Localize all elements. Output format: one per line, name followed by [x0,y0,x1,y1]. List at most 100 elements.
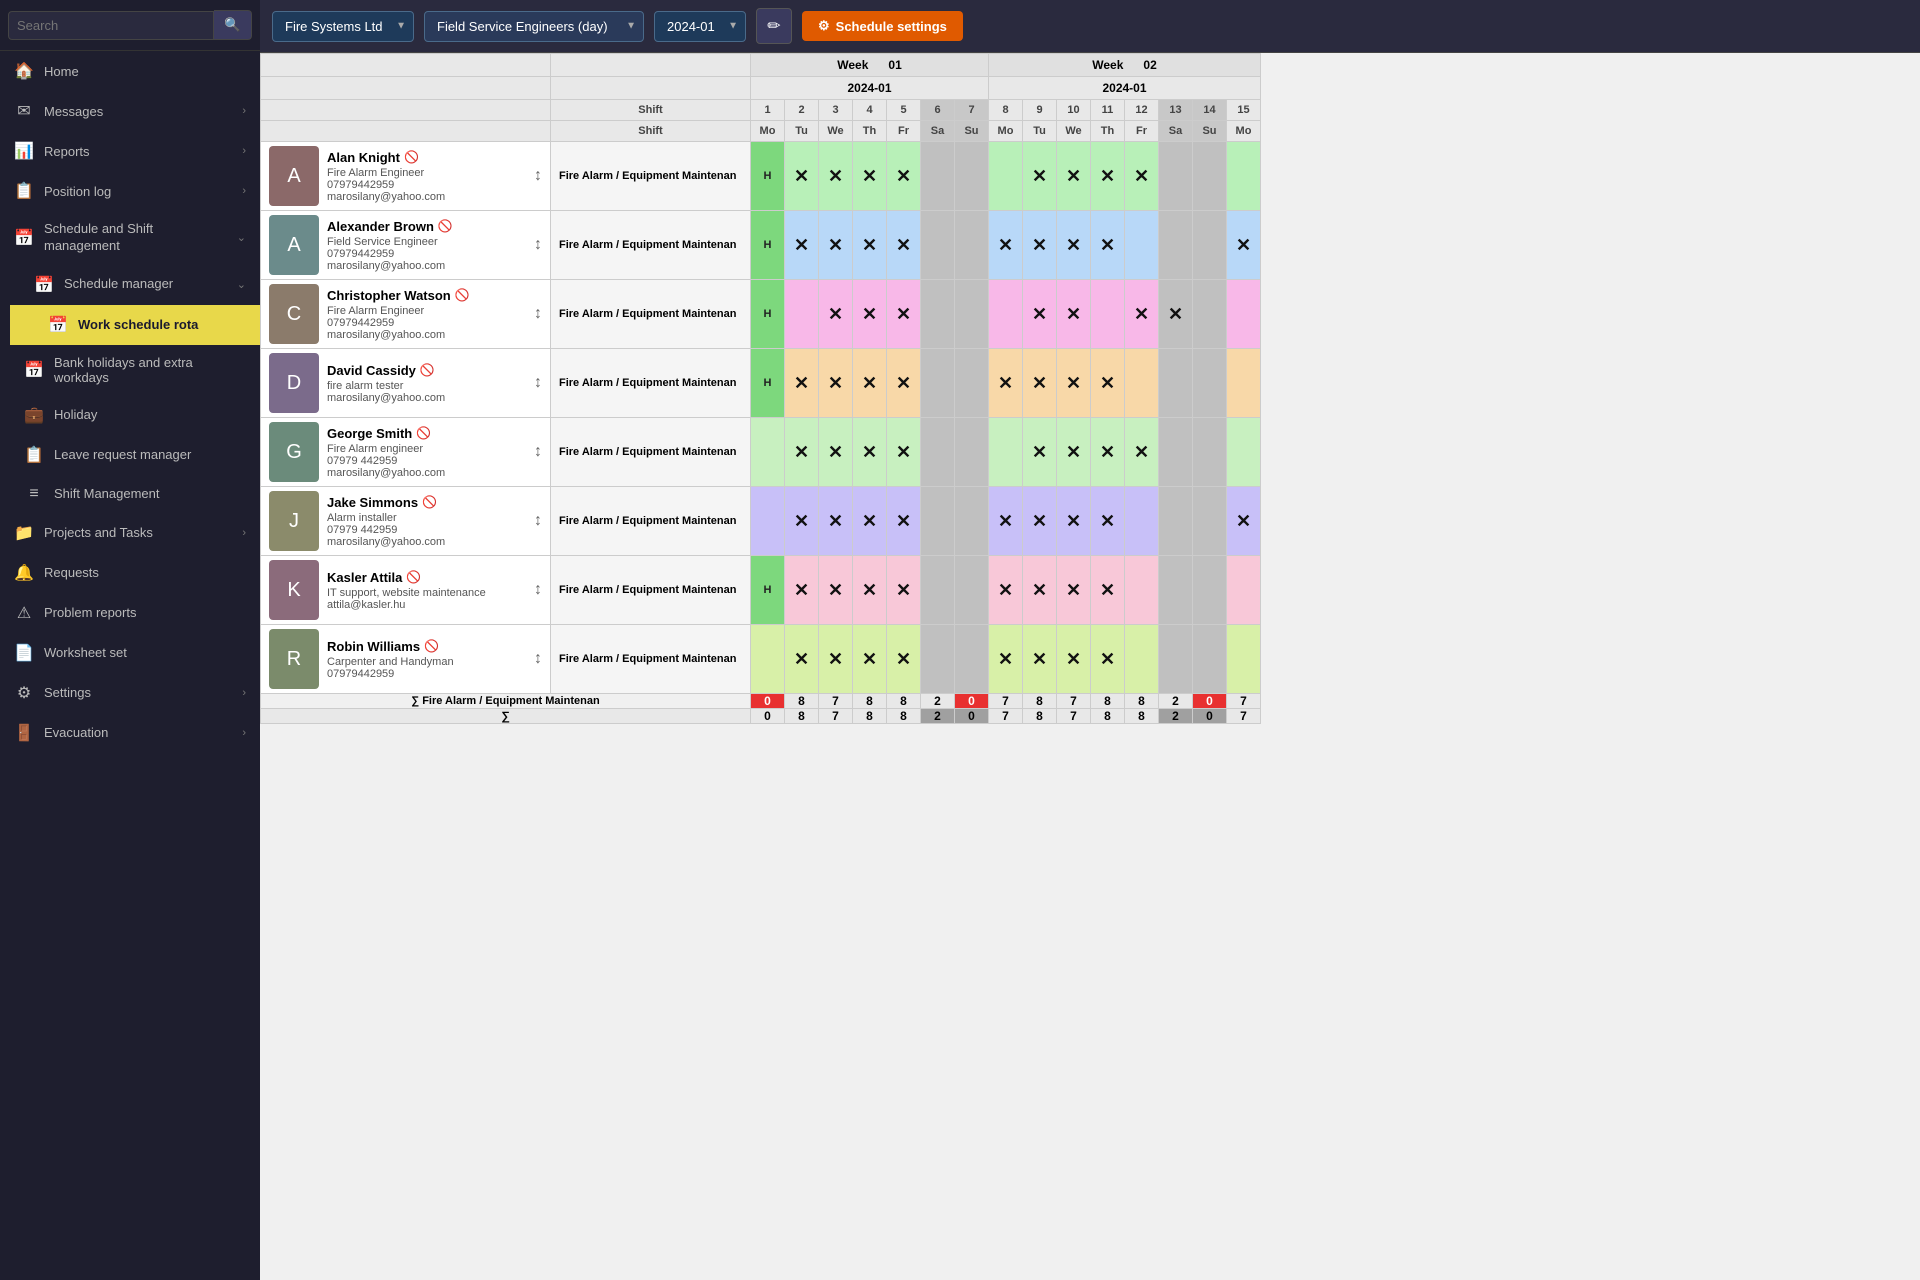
day-cell-w1-1-george-smith[interactable]: ✕ [785,418,819,487]
day-cell-w1-6-robin-williams[interactable] [955,625,989,694]
day-cell-w2-3-jake-simmons[interactable]: ✕ [1091,487,1125,556]
sort-arrows-icon[interactable]: ↕ [534,236,542,254]
day-cell-w1-1-robin-williams[interactable]: ✕ [785,625,819,694]
day-cell-w2-7-jake-simmons[interactable]: ✕ [1227,487,1261,556]
day-cell-w1-3-christopher-watson[interactable]: ✕ [853,280,887,349]
sidebar-item-work-schedule-rota[interactable]: 📅 Work schedule rota [10,305,260,345]
day-cell-w2-4-george-smith[interactable]: ✕ [1125,418,1159,487]
day-cell-w1-2-jake-simmons[interactable]: ✕ [819,487,853,556]
day-cell-w1-1-jake-simmons[interactable]: ✕ [785,487,819,556]
day-cell-w2-3-george-smith[interactable]: ✕ [1091,418,1125,487]
day-cell-w1-1-david-cassidy[interactable]: ✕ [785,349,819,418]
day-cell-w2-1-george-smith[interactable]: ✕ [1023,418,1057,487]
day-cell-w2-0-alan-knight[interactable] [989,142,1023,211]
day-cell-w2-2-christopher-watson[interactable]: ✕ [1057,280,1091,349]
day-cell-w2-7-george-smith[interactable] [1227,418,1261,487]
day-cell-w2-5-jake-simmons[interactable] [1159,487,1193,556]
day-cell-w1-1-alan-knight[interactable]: ✕ [785,142,819,211]
day-cell-w2-2-robin-williams[interactable]: ✕ [1057,625,1091,694]
sort-arrows-icon[interactable]: ↕ [534,305,542,323]
day-cell-w2-2-alan-knight[interactable]: ✕ [1057,142,1091,211]
sort-arrows-icon[interactable]: ↕ [534,581,542,599]
sort-arrows-icon[interactable]: ↕ [534,443,542,461]
day-cell-w2-4-robin-williams[interactable] [1125,625,1159,694]
day-cell-w2-0-david-cassidy[interactable]: ✕ [989,349,1023,418]
day-cell-w2-7-alan-knight[interactable] [1227,142,1261,211]
day-cell-w1-3-alan-knight[interactable]: ✕ [853,142,887,211]
day-cell-w2-7-david-cassidy[interactable] [1227,349,1261,418]
day-cell-w1-6-alexander-brown[interactable] [955,211,989,280]
day-cell-w1-3-george-smith[interactable]: ✕ [853,418,887,487]
day-cell-w2-1-jake-simmons[interactable]: ✕ [1023,487,1057,556]
day-cell-w2-0-jake-simmons[interactable]: ✕ [989,487,1023,556]
day-cell-w2-5-alan-knight[interactable] [1159,142,1193,211]
day-cell-w1-2-alan-knight[interactable]: ✕ [819,142,853,211]
day-cell-w2-4-kasler-attila[interactable] [1125,556,1159,625]
day-cell-w2-3-christopher-watson[interactable] [1091,280,1125,349]
company-select[interactable]: Fire Systems Ltd [272,11,414,42]
day-cell-w2-2-george-smith[interactable]: ✕ [1057,418,1091,487]
sidebar-item-leave-request[interactable]: 📋 Leave request manager [0,435,260,475]
sidebar-item-home[interactable]: 🏠 Home [0,51,260,91]
day-cell-w1-0-christopher-watson[interactable]: H [751,280,785,349]
day-cell-w2-0-kasler-attila[interactable]: ✕ [989,556,1023,625]
sidebar-item-settings[interactable]: ⚙ Settings › [0,673,260,713]
day-cell-w2-7-alexander-brown[interactable]: ✕ [1227,211,1261,280]
day-cell-w2-5-george-smith[interactable] [1159,418,1193,487]
day-cell-w1-1-kasler-attila[interactable]: ✕ [785,556,819,625]
day-cell-w2-1-alan-knight[interactable]: ✕ [1023,142,1057,211]
edit-button[interactable]: ✏ [756,8,792,44]
day-cell-w1-0-robin-williams[interactable] [751,625,785,694]
day-cell-w2-4-christopher-watson[interactable]: ✕ [1125,280,1159,349]
day-cell-w2-3-robin-williams[interactable]: ✕ [1091,625,1125,694]
day-cell-w1-5-david-cassidy[interactable] [921,349,955,418]
search-button[interactable]: 🔍 [214,10,252,40]
day-cell-w2-3-kasler-attila[interactable]: ✕ [1091,556,1125,625]
day-cell-w2-1-alexander-brown[interactable]: ✕ [1023,211,1057,280]
day-cell-w1-5-george-smith[interactable] [921,418,955,487]
day-cell-w2-3-alan-knight[interactable]: ✕ [1091,142,1125,211]
schedule-settings-button[interactable]: ⚙ Schedule settings [802,11,963,41]
day-cell-w1-6-alan-knight[interactable] [955,142,989,211]
day-cell-w2-6-david-cassidy[interactable] [1193,349,1227,418]
day-cell-w2-6-alan-knight[interactable] [1193,142,1227,211]
day-cell-w2-0-christopher-watson[interactable] [989,280,1023,349]
day-cell-w2-4-jake-simmons[interactable] [1125,487,1159,556]
sidebar-item-holiday[interactable]: 💼 Holiday [0,395,260,435]
day-cell-w2-3-david-cassidy[interactable]: ✕ [1091,349,1125,418]
day-cell-w1-4-robin-williams[interactable]: ✕ [887,625,921,694]
sidebar-item-reports[interactable]: 📊 Reports › [0,131,260,171]
day-cell-w1-1-christopher-watson[interactable] [785,280,819,349]
day-cell-w1-0-alan-knight[interactable]: H [751,142,785,211]
day-cell-w1-6-george-smith[interactable] [955,418,989,487]
day-cell-w1-6-kasler-attila[interactable] [955,556,989,625]
day-cell-w1-5-jake-simmons[interactable] [921,487,955,556]
sidebar-item-requests[interactable]: 🔔 Requests [0,553,260,593]
day-cell-w1-4-george-smith[interactable]: ✕ [887,418,921,487]
day-cell-w2-1-christopher-watson[interactable]: ✕ [1023,280,1057,349]
day-cell-w2-6-alexander-brown[interactable] [1193,211,1227,280]
sort-arrows-icon[interactable]: ↕ [534,512,542,530]
day-cell-w2-1-david-cassidy[interactable]: ✕ [1023,349,1057,418]
sidebar-item-evacuation[interactable]: 🚪 Evacuation › [0,713,260,753]
day-cell-w2-5-david-cassidy[interactable] [1159,349,1193,418]
day-cell-w2-5-alexander-brown[interactable] [1159,211,1193,280]
day-cell-w1-6-christopher-watson[interactable] [955,280,989,349]
day-cell-w2-2-kasler-attila[interactable]: ✕ [1057,556,1091,625]
day-cell-w2-2-alexander-brown[interactable]: ✕ [1057,211,1091,280]
day-cell-w1-4-alexander-brown[interactable]: ✕ [887,211,921,280]
day-cell-w1-0-jake-simmons[interactable] [751,487,785,556]
day-cell-w1-5-alexander-brown[interactable] [921,211,955,280]
day-cell-w1-2-david-cassidy[interactable]: ✕ [819,349,853,418]
day-cell-w1-6-david-cassidy[interactable] [955,349,989,418]
day-cell-w1-3-alexander-brown[interactable]: ✕ [853,211,887,280]
day-cell-w1-0-alexander-brown[interactable]: H [751,211,785,280]
day-cell-w1-3-kasler-attila[interactable]: ✕ [853,556,887,625]
sidebar-item-problem-reports[interactable]: ⚠ Problem reports [0,593,260,633]
day-cell-w1-2-christopher-watson[interactable]: ✕ [819,280,853,349]
day-cell-w1-0-kasler-attila[interactable]: H [751,556,785,625]
day-cell-w2-5-christopher-watson[interactable]: ✕ [1159,280,1193,349]
day-cell-w1-4-david-cassidy[interactable]: ✕ [887,349,921,418]
sidebar-item-schedule-manager[interactable]: 📅 Schedule manager ⌄ [10,265,260,305]
day-cell-w1-0-david-cassidy[interactable]: H [751,349,785,418]
